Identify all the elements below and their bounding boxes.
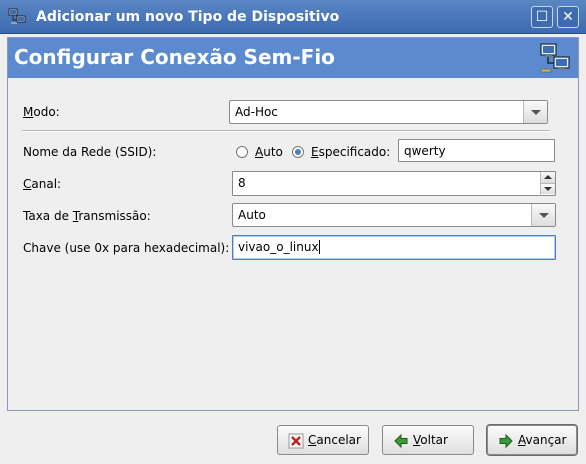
rate-combo[interactable]: Auto [232,203,556,227]
network-computers-icon [540,43,570,73]
ssid-label: Nome da Rede (SSID): [23,145,157,159]
mode-label: Modo: [23,105,60,119]
channel-value: 8 [238,176,246,190]
window-title: Adicionar um novo Tipo de Dispositivo [36,9,340,25]
title-bar[interactable]: Adicionar um novo Tipo de Dispositivo ☐ … [0,0,586,34]
forward-button[interactable]: Avançar [487,425,577,455]
maximize-button[interactable]: ☐ [531,6,553,28]
ssid-input[interactable]: qwerty [398,139,555,162]
text-caret [318,240,320,254]
key-value: vivao_o_linux [238,240,319,254]
rate-value: Auto [238,208,266,222]
channel-spinbox[interactable]: 8 [232,171,556,196]
page-banner: Configurar Conexão Sem-Fio [8,38,578,78]
chevron-down-icon[interactable] [523,101,547,123]
close-button[interactable]: ✕ [557,6,579,28]
cancel-x-icon [288,433,304,449]
separator [22,130,550,132]
ssid-auto-label[interactable]: Auto [255,145,283,159]
spin-down-icon[interactable] [541,183,555,194]
rate-label: Taxa de Transmissão: [23,209,151,223]
arrow-left-icon [394,433,408,449]
ssid-auto-radio[interactable] [236,146,248,158]
key-label: Chave (use 0x para hexadecimal): [23,241,230,255]
arrow-right-icon [499,433,513,449]
channel-label: Canal: [23,177,62,191]
channel-spinner[interactable] [540,172,555,196]
mode-value: Ad-Hoc [235,105,278,119]
cancel-button[interactable]: Cancelar [277,425,369,455]
mode-combo[interactable]: Ad-Hoc [229,100,548,124]
chevron-down-icon[interactable] [531,204,555,226]
spin-up-icon[interactable] [541,172,555,183]
key-input[interactable]: vivao_o_linux [232,235,556,260]
ssid-specified-label[interactable]: Especificado: [311,145,390,159]
network-device-icon [8,8,26,24]
ssid-value: qwerty [404,144,446,158]
back-button[interactable]: Voltar [382,425,474,455]
page-title: Configurar Conexão Sem-Fio [14,45,335,69]
ssid-specified-radio[interactable] [292,146,304,158]
